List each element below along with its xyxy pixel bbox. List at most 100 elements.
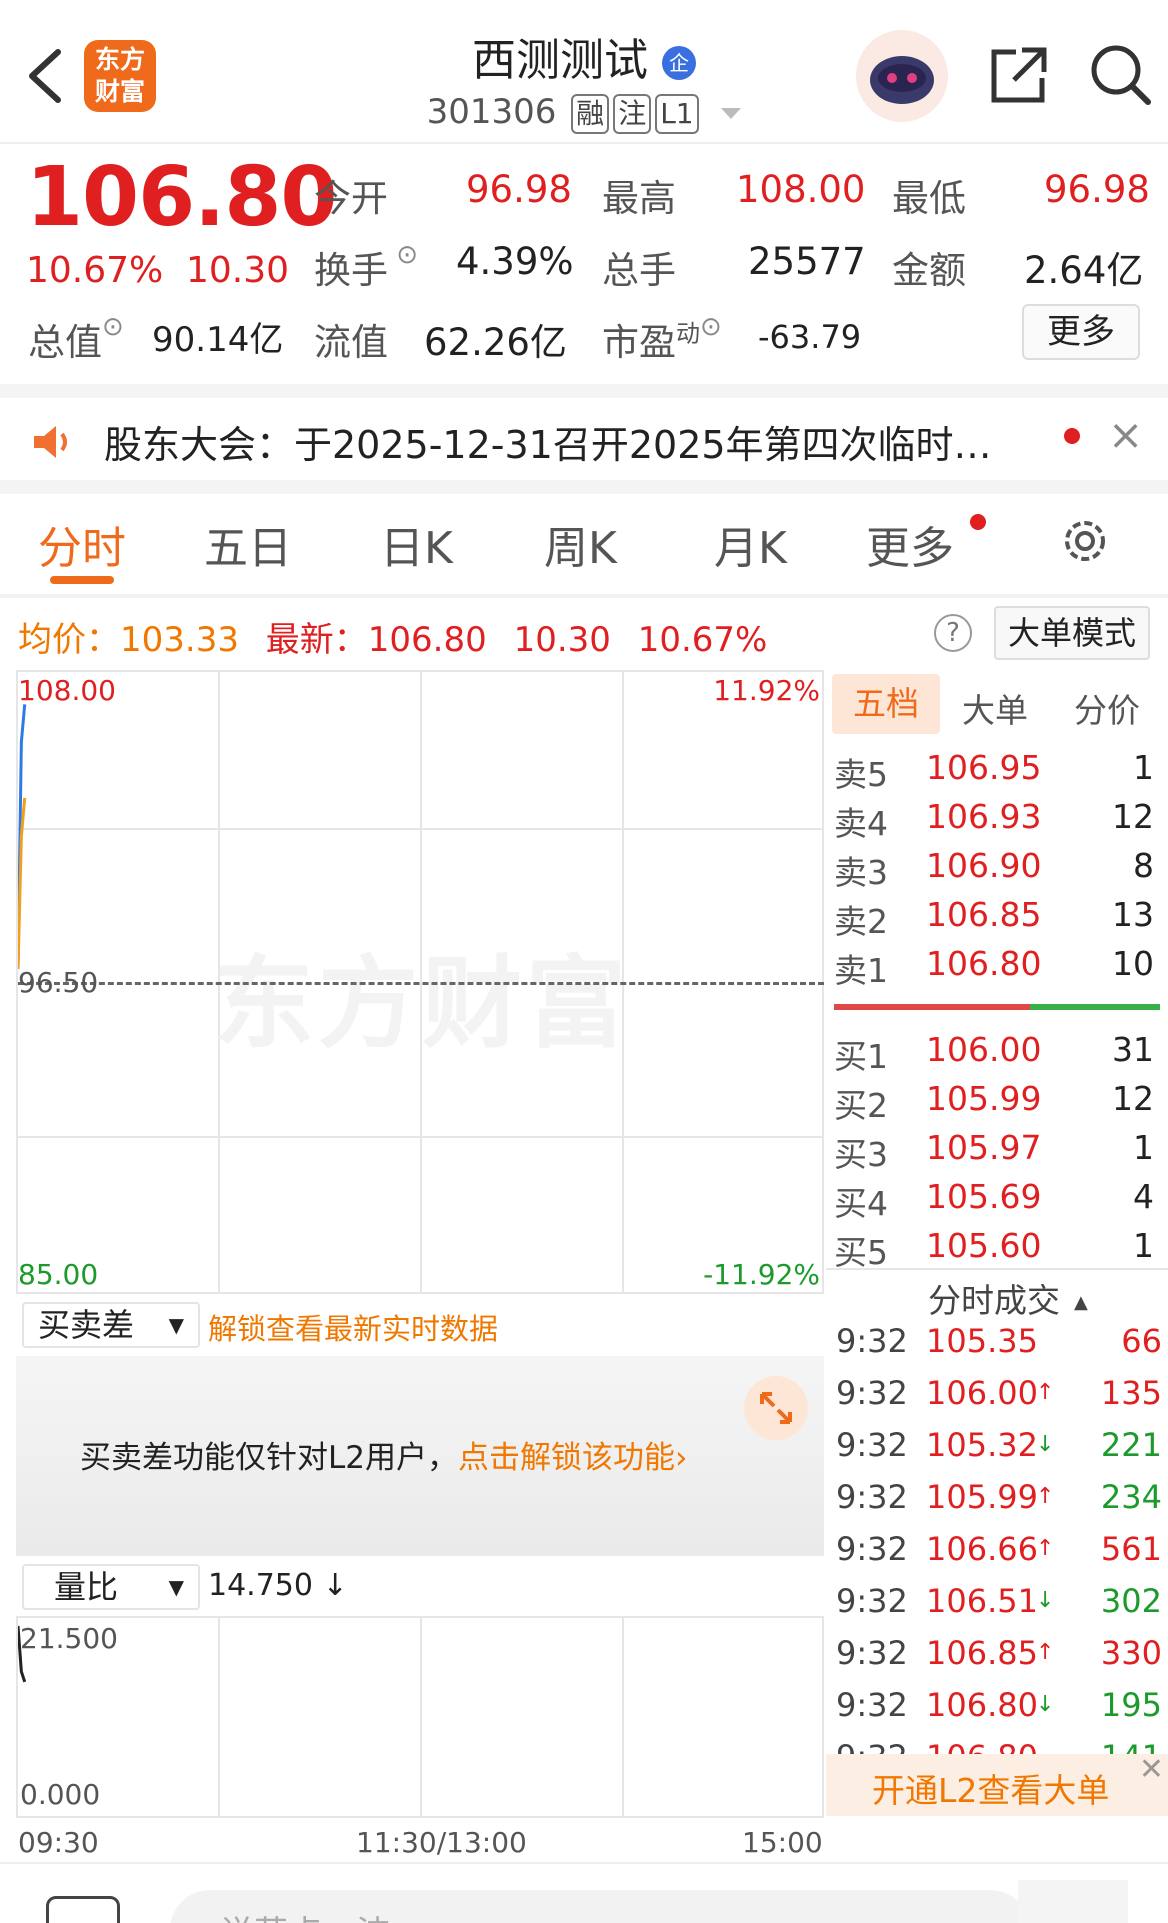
spread-locked-panel[interactable]: 买卖差功能仅针对L2用户，点击解锁该功能› [16,1356,824,1556]
volume-label: 总手 [602,249,676,292]
gear-icon[interactable] [1058,514,1112,568]
info-bar: 均价：103.33 最新：106.80 10.30 10.67% [18,612,767,661]
tick-row: 9:32 106.51 ↓ 302 [836,1582,1162,1630]
bid-row: 买5 105.60 1 [834,1226,1160,1272]
orderbook-tab-level5[interactable]: 五档 [832,674,940,734]
bid-price: 105.60 [926,1226,1042,1265]
close-icon[interactable]: ✕ [1139,1752,1164,1787]
bid-qty: 4 [1133,1177,1154,1216]
bid-label: 买2 [834,1086,888,1125]
tick-time: 9:32 [836,1530,908,1568]
bid-price: 106.00 [926,1030,1042,1069]
tick-row: 9:32 106.00 ↑ 135 [836,1374,1162,1422]
tick-time: 9:32 [836,1634,908,1672]
tick-price: 105.99 [926,1478,1038,1516]
tab-more[interactable]: 更多 [866,512,954,576]
mktcap-label: 总值⊙ [28,312,124,364]
ask-row: 卖4 106.93 12 [834,797,1160,843]
tick-time: 9:32 [836,1478,908,1516]
tick-row: 9:32 106.85 ↑ 330 [836,1634,1162,1682]
ask-qty: 12 [1112,797,1154,836]
orderbook-tab-price-dist[interactable]: 分价 [1074,684,1140,732]
comment-input[interactable]: 说草点一波 [170,1890,1030,1923]
tick-qty: 221 [1100,1426,1162,1464]
notice-text[interactable]: 股东大会：于2025-12-31召开2025年第四次临时… [104,414,992,469]
bid-qty: 31 [1112,1030,1154,1069]
info-icon[interactable]: ⊙ [102,312,124,342]
close-icon[interactable]: × [1108,410,1143,459]
ask-price: 106.90 [926,846,1042,885]
volume-ratio-select[interactable]: 量比 ▼ [22,1564,200,1610]
notice-dot [1064,428,1080,444]
tick-arrow: ↑ [1036,1380,1055,1405]
expand-arrows-icon[interactable] [744,1376,808,1440]
turnover-value: 4.39% [456,240,574,283]
triangle-up-icon: ▲ [1074,1292,1088,1313]
volume-ratio-chart[interactable]: 21.500 0.000 [16,1616,824,1818]
spread-select[interactable]: 买卖差 ▼ [22,1302,200,1348]
high-value: 108.00 [736,168,866,211]
tick-price: 106.00 [926,1374,1038,1412]
ratio-y-bottom: 0.000 [20,1778,101,1811]
spread-message: 买卖差功能仅针对L2用户，点击解锁该功能› [80,1440,688,1476]
orderbook-tab-big-order[interactable]: 大单 [962,684,1028,732]
tick-arrow: ↑ [1036,1640,1055,1665]
app-menu-icon[interactable] [1018,1880,1128,1923]
ask-label: 卖3 [834,853,888,892]
bid-label: 买5 [834,1233,888,1272]
tick-qty: 330 [1100,1634,1162,1672]
info-icon[interactable]: ⊙ [700,312,722,342]
price-chart[interactable]: 东方财富 108.00 96.50 85.00 11.92% -11.92% [16,670,824,1294]
more-button[interactable]: 更多 [1022,304,1140,360]
l2-banner[interactable]: 开通L2查看大单 ✕ [826,1752,1168,1816]
ask-row: 卖1 106.80 10 [834,944,1160,990]
verified-badge-icon: 企 [662,46,696,80]
tab-day-k[interactable]: 日K [380,512,453,576]
pct-bottom-label: -11.92% [703,1258,820,1291]
float-label: 流值 [314,321,388,364]
ratio-line-svg [18,1625,27,1683]
bid-price: 105.97 [926,1128,1042,1167]
bid-row: 买1 106.00 31 [834,1030,1160,1076]
bid-row: 买4 105.69 4 [834,1177,1160,1223]
robot-assistant-icon[interactable] [856,30,948,122]
ticks-title[interactable]: 分时成交 ▲ [928,1274,1088,1322]
change-pct: 10.67% [26,250,164,291]
ask-qty: 10 [1112,944,1154,983]
stock-code: 301306 [426,92,557,132]
unlock-feature-link[interactable]: 点击解锁该功能 [458,1440,675,1476]
tick-qty: 561 [1100,1530,1162,1568]
avg-label: 均价： [18,620,120,660]
triangle-down-icon[interactable] [721,108,742,119]
tick-time: 9:32 [836,1374,908,1412]
avg-value: 103.33 [120,620,239,660]
float-value: 62.26亿 [424,321,567,364]
latest-value: 106.80 [367,620,487,660]
tab-month-k[interactable]: 月K [714,512,787,576]
ask-qty: 13 [1112,895,1154,934]
ask-qty: 1 [1133,748,1154,787]
bid-label: 买1 [834,1037,888,1076]
info-icon[interactable]: ⊙ [388,240,418,270]
search-icon[interactable] [1088,42,1154,108]
tick-qty: 234 [1100,1478,1162,1516]
big-order-mode-button[interactable]: 大单模式 [994,606,1150,660]
tick-row: 9:32 106.66 ↑ 561 [836,1530,1162,1578]
l2-banner-text: 开通L2查看大单 [872,1771,1110,1810]
tick-qty: 66 [1121,1322,1162,1360]
tick-arrow: ↓ [1036,1432,1055,1457]
comment-icon[interactable] [46,1896,120,1923]
tab-five-day[interactable]: 五日 [204,512,292,576]
volume-ratio-value: 14.750 ↓ [208,1568,348,1603]
tab-intraday[interactable]: 分时 [38,512,126,576]
bid-row: 买3 105.97 1 [834,1128,1160,1174]
pct-top-label: 11.92% [713,674,820,707]
tab-week-k[interactable]: 周K [544,512,617,576]
pe-label: 市盈动⊙ [602,312,722,364]
tick-time: 9:32 [836,1686,908,1724]
open-label: 今开 [314,177,388,220]
share-icon[interactable] [986,44,1050,108]
tick-time: 9:32 [836,1322,908,1360]
unlock-link[interactable]: 解锁查看最新实时数据 [208,1306,498,1348]
help-icon[interactable]: ? [934,614,972,652]
